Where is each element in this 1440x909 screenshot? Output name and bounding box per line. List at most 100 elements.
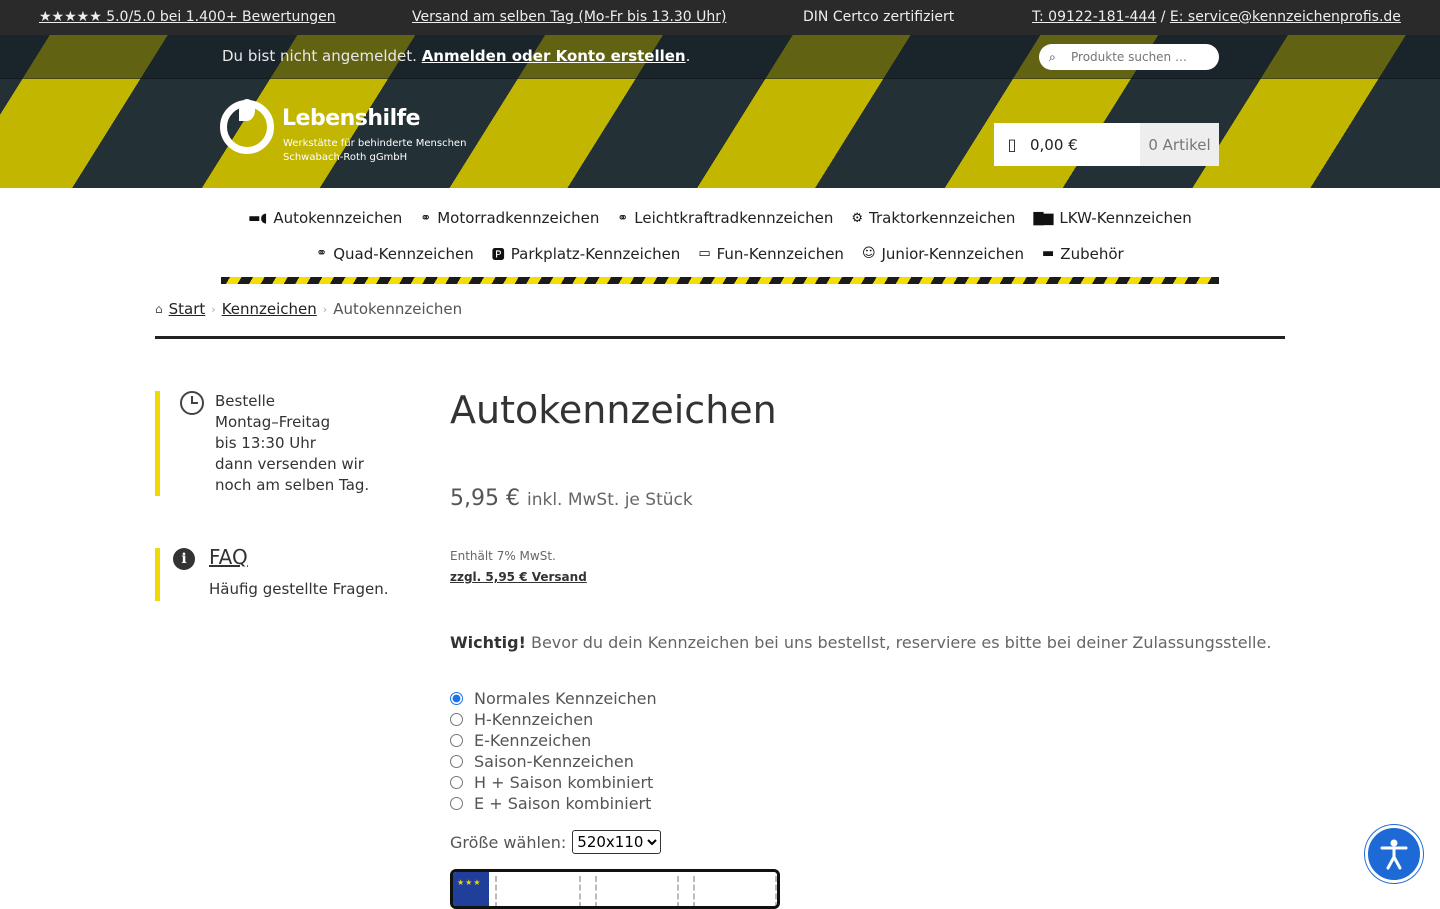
contact-info: T: 09122-181-444 / E: service@kennzeiche…	[1032, 9, 1401, 25]
nav-item-parkplatz-kennzeichen[interactable]: 🅿 Parkplatz-Kennzeichen	[492, 244, 681, 264]
radio-button[interactable]	[450, 713, 463, 726]
option-label: Saison-Kennzeichen	[474, 752, 634, 771]
nav-row-2: ⚭ Quad-Kennzeichen 🅿 Parkplatz-Kennzeichen…	[0, 244, 1440, 264]
email-link[interactable]: E: service@kennzeichenprofis.de	[1170, 9, 1401, 25]
option-label: E + Saison kombiniert	[474, 794, 652, 813]
tractor-icon: ⚙	[851, 210, 864, 226]
important-label: Wichtig!	[450, 633, 526, 652]
nav-item-autokennzeichen[interactable]: ▬◖ Autokennzeichen	[248, 209, 402, 227]
option-h-saison[interactable]: H + Saison kombiniert	[450, 772, 657, 793]
nav-label: Fun-Kennzeichen	[716, 244, 844, 263]
nav-label: Junior-Kennzeichen	[881, 244, 1025, 263]
faq-subtitle: Häufig gestellte Fragen.	[209, 580, 389, 598]
plate-segment[interactable]	[693, 876, 777, 906]
search-icon[interactable]: ⌕	[1049, 50, 1071, 65]
nav-item-junior-kennzeichen[interactable]: ☺ Junior-Kennzeichen	[862, 244, 1024, 263]
plate-type-options: Normales Kennzeichen H-Kennzeichen E-Ken…	[450, 688, 657, 814]
order-line: Bestelle	[215, 392, 276, 410]
option-e-kennzeichen[interactable]: E-Kennzeichen	[450, 730, 657, 751]
option-e-saison[interactable]: E + Saison kombiniert	[450, 793, 657, 814]
radio-button[interactable]	[450, 755, 463, 768]
breadcrumb-home[interactable]: Start	[169, 300, 206, 318]
nav-item-zubehoer[interactable]: ▬ Zubehör	[1042, 244, 1124, 263]
nav-label: Parkplatz-Kennzeichen	[510, 244, 681, 263]
breadcrumb: ⌂ Start › Kennzeichen › Autokennzeichen	[155, 300, 462, 318]
smiley-icon: ☺	[861, 246, 876, 261]
car-icon: ▬◖	[248, 210, 268, 226]
breadcrumb-divider	[155, 336, 1285, 339]
logo-mark-icon	[220, 99, 274, 154]
nav-item-quad-kennzeichen[interactable]: ⚭ Quad-Kennzeichen	[316, 244, 473, 263]
radio-button[interactable]	[450, 776, 463, 789]
nav-label: Autokennzeichen	[273, 209, 403, 227]
nav-row-1: ▬◖ Autokennzeichen ⚭ Motorradkennzeichen ⚭…	[0, 209, 1440, 227]
nav-label: Zubehör	[1060, 244, 1124, 263]
nav-label: Traktorkennzeichen	[869, 209, 1016, 227]
important-text: Bevor du dein Kennzeichen bei uns bestel…	[525, 633, 1272, 652]
site-logo[interactable]: Lebenshilfe Werkstätte für behinderte Me…	[220, 98, 466, 168]
breadcrumb-category[interactable]: Kennzeichen	[222, 300, 317, 318]
nav-label: Quad-Kennzeichen	[333, 244, 474, 263]
option-h-kennzeichen[interactable]: H-Kennzeichen	[450, 709, 657, 730]
nav-item-fun-kennzeichen[interactable]: ▭ Fun-Kennzeichen	[698, 244, 844, 263]
logo-subtitle-1: Werkstätte für behinderte Menschen	[283, 138, 467, 149]
nav-item-leichtkraftradkennzeichen[interactable]: ⚭ Leichtkraftradkennzeichen	[617, 209, 833, 227]
price-suffix: inkl. MwSt. je Stück	[526, 490, 693, 510]
order-line: noch am selben Tag.	[215, 476, 370, 494]
scooter-icon: ⚭	[617, 210, 629, 226]
info-icon: i	[173, 548, 195, 570]
radio-button[interactable]	[450, 692, 463, 705]
accessibility-button[interactable]	[1365, 825, 1423, 883]
cart-icon[interactable]: ▯	[994, 135, 1030, 154]
eu-band-icon	[453, 872, 489, 906]
price-value: 5,95 €	[450, 486, 520, 511]
shipping-info-link[interactable]: Versand am selben Tag (Mo-Fr bis 13.30 U…	[412, 9, 726, 25]
breadcrumb-separator-icon: ›	[211, 302, 216, 316]
nav-item-motorradkennzeichen[interactable]: ⚭ Motorradkennzeichen	[420, 209, 599, 227]
logo-subtitle-2: Schwabach-Roth gGmbH	[283, 152, 408, 163]
cart-widget[interactable]: ▯ 0,00 € 0 Artikel	[994, 123, 1219, 166]
search-input[interactable]	[1071, 50, 1201, 64]
login-suffix: .	[685, 47, 691, 65]
cart-count[interactable]: 0 Artikel	[1140, 123, 1219, 166]
plate-icon: ▭	[698, 246, 711, 261]
plate-segment[interactable]	[595, 876, 679, 906]
size-select[interactable]: 520x110	[572, 830, 662, 854]
product-price: 5,95 € inkl. MwSt. je Stück	[450, 486, 693, 511]
contact-separator: /	[1160, 9, 1166, 25]
rating-link[interactable]: ★★★★★ 5.0/5.0 bei 1.400+ Bewertungen	[39, 9, 336, 25]
option-label: E-Kennzeichen	[474, 731, 592, 750]
login-link[interactable]: Anmelden oder Konto erstellen	[422, 47, 686, 65]
shipping-time-text: Bestelle Montag–Freitag bis 13:30 Uhr da…	[215, 391, 369, 496]
plate-segment[interactable]	[495, 876, 581, 906]
plate-preview[interactable]	[450, 869, 780, 909]
option-saison-kennzeichen[interactable]: Saison-Kennzeichen	[450, 751, 657, 772]
shipping-cost-link[interactable]: zzgl. 5,95 € Versand	[450, 570, 587, 584]
top-info-bar: ★★★★★ 5.0/5.0 bei 1.400+ Bewertungen Ver…	[0, 0, 1440, 35]
faq-box: i FAQ Häufig gestellte Fragen.	[155, 545, 405, 601]
option-label: H-Kennzeichen	[474, 710, 594, 729]
accessibility-icon	[1380, 839, 1408, 870]
radio-button[interactable]	[450, 734, 463, 747]
option-normales-kennzeichen[interactable]: Normales Kennzeichen	[450, 688, 657, 709]
nav-label: Leichtkraftradkennzeichen	[634, 209, 834, 227]
faq-link[interactable]: FAQ	[209, 545, 248, 569]
motorcycle-icon: ⚭	[420, 210, 432, 226]
quad-icon: ⚭	[316, 246, 328, 261]
breadcrumb-separator-icon: ›	[322, 302, 328, 316]
product-title: Autokennzeichen	[450, 388, 777, 432]
cart-amount[interactable]: 0,00 €	[1030, 136, 1140, 154]
nav-item-lkw-kennzeichen[interactable]: ▇▆ LKW-Kennzeichen	[1033, 209, 1191, 227]
nav-label: LKW-Kennzeichen	[1059, 209, 1192, 227]
nav-item-traktorkennzeichen[interactable]: ⚙ Traktorkennzeichen	[851, 209, 1015, 227]
nav-label: Motorradkennzeichen	[437, 209, 600, 227]
radio-button[interactable]	[450, 797, 463, 810]
option-label: Normales Kennzeichen	[474, 689, 657, 708]
phone-link[interactable]: T: 09122-181-444	[1032, 9, 1156, 25]
breadcrumb-current: Autokennzeichen	[333, 300, 463, 318]
order-line: dann versenden wir	[215, 455, 364, 473]
shipping-time-box: Bestelle Montag–Freitag bis 13:30 Uhr da…	[155, 391, 395, 496]
search-box[interactable]: ⌕	[1039, 44, 1219, 70]
hazard-stripe-divider	[221, 277, 1219, 284]
logo-name: Lebenshilfe	[282, 106, 421, 131]
